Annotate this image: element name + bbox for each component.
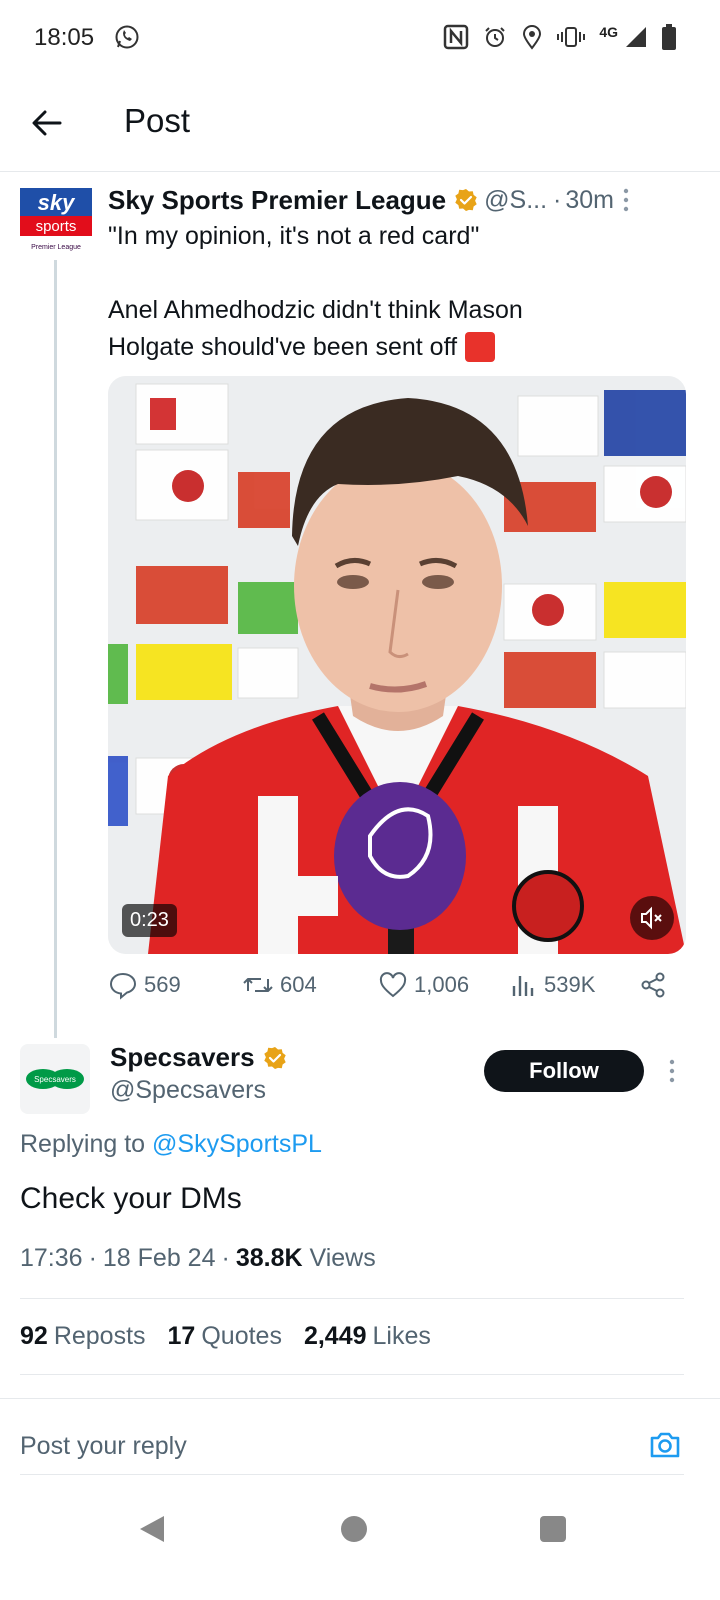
post-text-line-3: Holgate should've been sent off (108, 332, 496, 362)
like-count: 1,006 (414, 972, 470, 997)
location-icon (523, 25, 542, 50)
reply-author-name[interactable]: Specsavers (110, 1042, 255, 1073)
repost-icon (243, 978, 273, 992)
video-thumbnail (108, 376, 686, 954)
nav-back-icon[interactable] (138, 1514, 166, 1544)
quotes-stat[interactable]: 17 Quotes (168, 1322, 282, 1351)
likes-label: Likes (372, 1322, 431, 1350)
status-icons: 4G (443, 22, 676, 52)
reply-count: 569 (144, 972, 181, 997)
volume-muted-icon (641, 906, 662, 930)
reply-metadata: 17:36 · 18 Feb 24 · 38.8K Views (20, 1244, 376, 1273)
specsavers-avatar[interactable]: Specsavers (20, 1044, 90, 1114)
reply-time: 17:36 (20, 1244, 83, 1272)
views-metric[interactable]: 38.8K Views (236, 1244, 376, 1273)
replying-to-handle-link[interactable]: @SkySportsPL (152, 1130, 322, 1158)
avatar-sports-text: sports (36, 218, 77, 235)
engagement-stats: 92 Reposts 17 Quotes 2,449 Likes (20, 1322, 431, 1351)
views-action[interactable]: 539K (510, 970, 595, 1000)
divider (20, 1474, 684, 1475)
repost-action[interactable]: 604 (242, 970, 317, 1000)
reply-author-handle[interactable]: @Specsavers (110, 1076, 266, 1105)
sky-sports-avatar[interactable]: sky sports Premier League (20, 186, 92, 258)
more-options-icon[interactable] (668, 1058, 676, 1084)
view-count: 539K (544, 972, 596, 997)
signal-icon (626, 27, 646, 47)
repost-count: 604 (280, 972, 317, 997)
analytics-icon (512, 976, 534, 996)
camera-icon[interactable] (648, 1428, 682, 1462)
video-duration: 0:23 (122, 904, 177, 937)
views-label: Views (309, 1244, 376, 1272)
mute-button[interactable] (630, 896, 674, 940)
quotes-count: 17 (167, 1322, 196, 1350)
reply-date: 18 Feb 24 (102, 1244, 216, 1272)
like-action[interactable]: 1,006 (378, 970, 469, 1000)
post-text-line-1: "In my opinion, it's not a red card" (108, 222, 480, 250)
top-app-bar: Post (0, 76, 720, 172)
verified-badge-icon (455, 189, 477, 211)
reply-body-text: Check your DMs (20, 1182, 242, 1215)
heart-icon (379, 972, 407, 998)
reposts-label: Reposts (53, 1322, 146, 1350)
views-count: 38.8K (235, 1244, 303, 1272)
avatar-sky-text: sky (38, 190, 76, 215)
author-handle[interactable]: @S... (484, 186, 547, 215)
status-time: 18:05 (34, 24, 95, 51)
arrow-left-icon[interactable] (30, 106, 64, 140)
avatar-league-text: Premier League (31, 244, 81, 251)
nav-home-icon[interactable] (341, 1516, 367, 1542)
nfc-icon (444, 24, 469, 50)
status-bar: 18:05 4G (0, 0, 720, 76)
thread-connector-line (54, 260, 57, 1038)
replying-to-label: Replying to (20, 1130, 146, 1158)
share-icon (641, 972, 665, 998)
divider (20, 1298, 684, 1299)
network-label: 4G (599, 24, 618, 40)
more-options-icon[interactable] (622, 187, 630, 213)
post-action-bar: 569 604 1,006 539K (108, 970, 680, 1010)
whatsapp-icon (115, 25, 139, 49)
meta-dot: · (221, 1244, 230, 1272)
reply-author-row: Specsavers (110, 1042, 287, 1073)
follow-button[interactable]: Follow (484, 1050, 644, 1092)
post-text-line-3-text: Holgate should've been sent off (108, 332, 458, 361)
parent-post-header: Sky Sports Premier League @S... · 30m (108, 182, 668, 218)
specsavers-logo: Specsavers (26, 1069, 84, 1089)
author-name[interactable]: Sky Sports Premier League (108, 185, 446, 216)
nav-recents-icon[interactable] (540, 1516, 566, 1542)
meta-dot: · (88, 1244, 97, 1272)
replying-to: Replying to @SkySportsPL (20, 1130, 322, 1159)
post-time: 30m (565, 185, 614, 214)
quotes-label: Quotes (201, 1322, 282, 1350)
vibrate-icon (557, 27, 586, 47)
battery-icon (662, 24, 676, 50)
red-square-emoji-icon (465, 332, 496, 362)
specsavers-logo-text: Specsavers (34, 1075, 76, 1084)
reply-icon (109, 972, 137, 1000)
separator-dot: · (553, 185, 562, 214)
likes-count: 2,449 (303, 1322, 367, 1350)
reply-input[interactable] (20, 1428, 620, 1464)
video-player[interactable]: 0:23 (108, 376, 686, 954)
likes-stat[interactable]: 2,449 Likes (304, 1322, 431, 1351)
sky-sports-logo: sky sports Premier League (20, 188, 92, 251)
post-text-line-2: Anel Ahmedhodzic didn't think Mason (108, 296, 523, 324)
reply-action[interactable]: 569 (108, 970, 181, 1000)
reposts-count: 92 (20, 1322, 48, 1350)
system-navigation-bar (0, 1490, 720, 1600)
divider (20, 1374, 684, 1375)
divider (0, 1398, 720, 1399)
share-action[interactable] (638, 970, 668, 1000)
page-title: Post (124, 102, 191, 139)
reposts-stat[interactable]: 92 Reposts (20, 1322, 146, 1351)
alarm-icon (485, 27, 506, 47)
verified-badge-icon (263, 1046, 286, 1069)
